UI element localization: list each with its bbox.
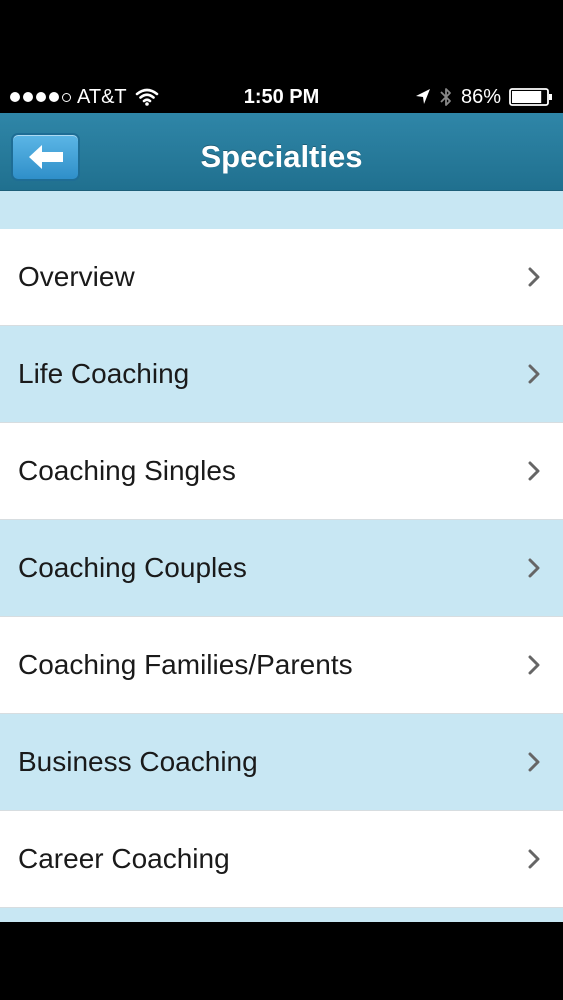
specialties-list-container[interactable]: Overview Life Coaching Coaching Singles … [0,191,563,922]
chevron-right-icon [528,558,540,578]
chevron-right-icon [528,364,540,384]
status-bar: AT&T 1:50 PM 86% [0,80,563,113]
list-item-life-coaching[interactable]: Life Coaching [0,326,563,423]
letterbox-top [0,0,563,80]
battery-icon [509,88,552,106]
list-item-label: Overview [18,261,135,292]
list-item-coaching-families-parents[interactable]: Coaching Families/Parents [0,617,563,714]
list-item-label: Coaching Families/Parents [18,649,353,680]
list-item-overview[interactable]: Overview [0,229,563,326]
list-header-spacer [0,191,563,229]
status-right: 86% [415,84,553,110]
list-item-label: Career Coaching [18,843,230,874]
letterbox-bottom [0,922,563,1000]
location-arrow-icon [415,89,430,104]
list-item-label: Business Coaching [18,746,258,777]
chevron-right-icon [528,461,540,481]
chevron-right-icon [528,849,540,869]
navigation-bar: Specialties [0,113,563,191]
chevron-right-icon [528,655,540,675]
list-item-label: Coaching Couples [18,552,247,583]
list-item-label: Coaching Singles [18,455,236,486]
battery-percent: 86% [460,85,501,108]
list-item-coaching-singles[interactable]: Coaching Singles [0,423,563,520]
list-item-label: Life Coaching [18,358,190,389]
app-screen: AT&T 1:50 PM 86% Specialties Overview Li… [0,0,563,1000]
list-item-business-coaching[interactable]: Business Coaching [0,714,563,811]
page-title: Specialties [200,139,363,174]
chevron-right-icon [528,752,540,772]
list-item-coaching-couples[interactable]: Coaching Couples [0,520,563,617]
chevron-right-icon [528,267,540,287]
bluetooth-icon [440,88,451,106]
specialties-list: Overview Life Coaching Coaching Singles … [0,229,563,908]
list-item-career-coaching[interactable]: Career Coaching [0,811,563,908]
